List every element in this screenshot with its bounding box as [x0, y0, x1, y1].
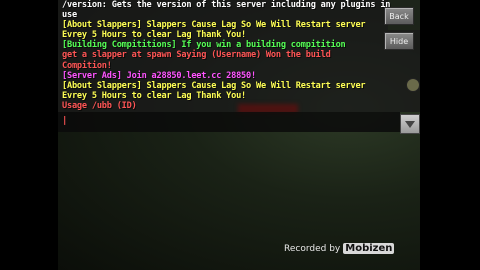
chat-line: [About Slappers] Slappers Cause Lag So W… [62, 20, 366, 31]
game-screen: /version: Gets the version of this serve… [58, 0, 420, 270]
watermark-prefix: Recorded by [284, 243, 341, 254]
chat-line: use [62, 10, 77, 21]
dropdown-button[interactable] [400, 114, 420, 134]
chat-line: /version: Gets the version of this serve… [62, 0, 391, 10]
chat-line: Evrey 5 Hours to clear Lag Thank You! [62, 90, 247, 101]
chat-line: Evrey 5 Hours to clear Lag Thank You! [62, 30, 247, 41]
hide-button[interactable]: Hide [384, 32, 414, 50]
chat-line: [About Slappers] Slappers Cause Lag So W… [62, 80, 366, 91]
chat-line: [Server Ads] Join a28850.leet.cc 28850! [62, 70, 256, 81]
text-caret: | [62, 116, 68, 126]
recording-watermark: Recorded by Mobizen [284, 243, 395, 254]
chevron-down-icon [405, 120, 415, 128]
chat-input[interactable]: | [58, 112, 400, 132]
chat-line: [Building Compititions] If you win a bui… [62, 40, 346, 51]
chat-line: get a slapper at spawn Saying (Username)… [62, 50, 331, 61]
chat-line: Compition! [62, 60, 112, 71]
mobizen-logo: Mobizen [343, 243, 395, 254]
chat-log: /version: Gets the version of this serve… [58, 0, 420, 112]
round-button[interactable] [406, 78, 420, 92]
back-button[interactable]: Back [384, 7, 414, 25]
